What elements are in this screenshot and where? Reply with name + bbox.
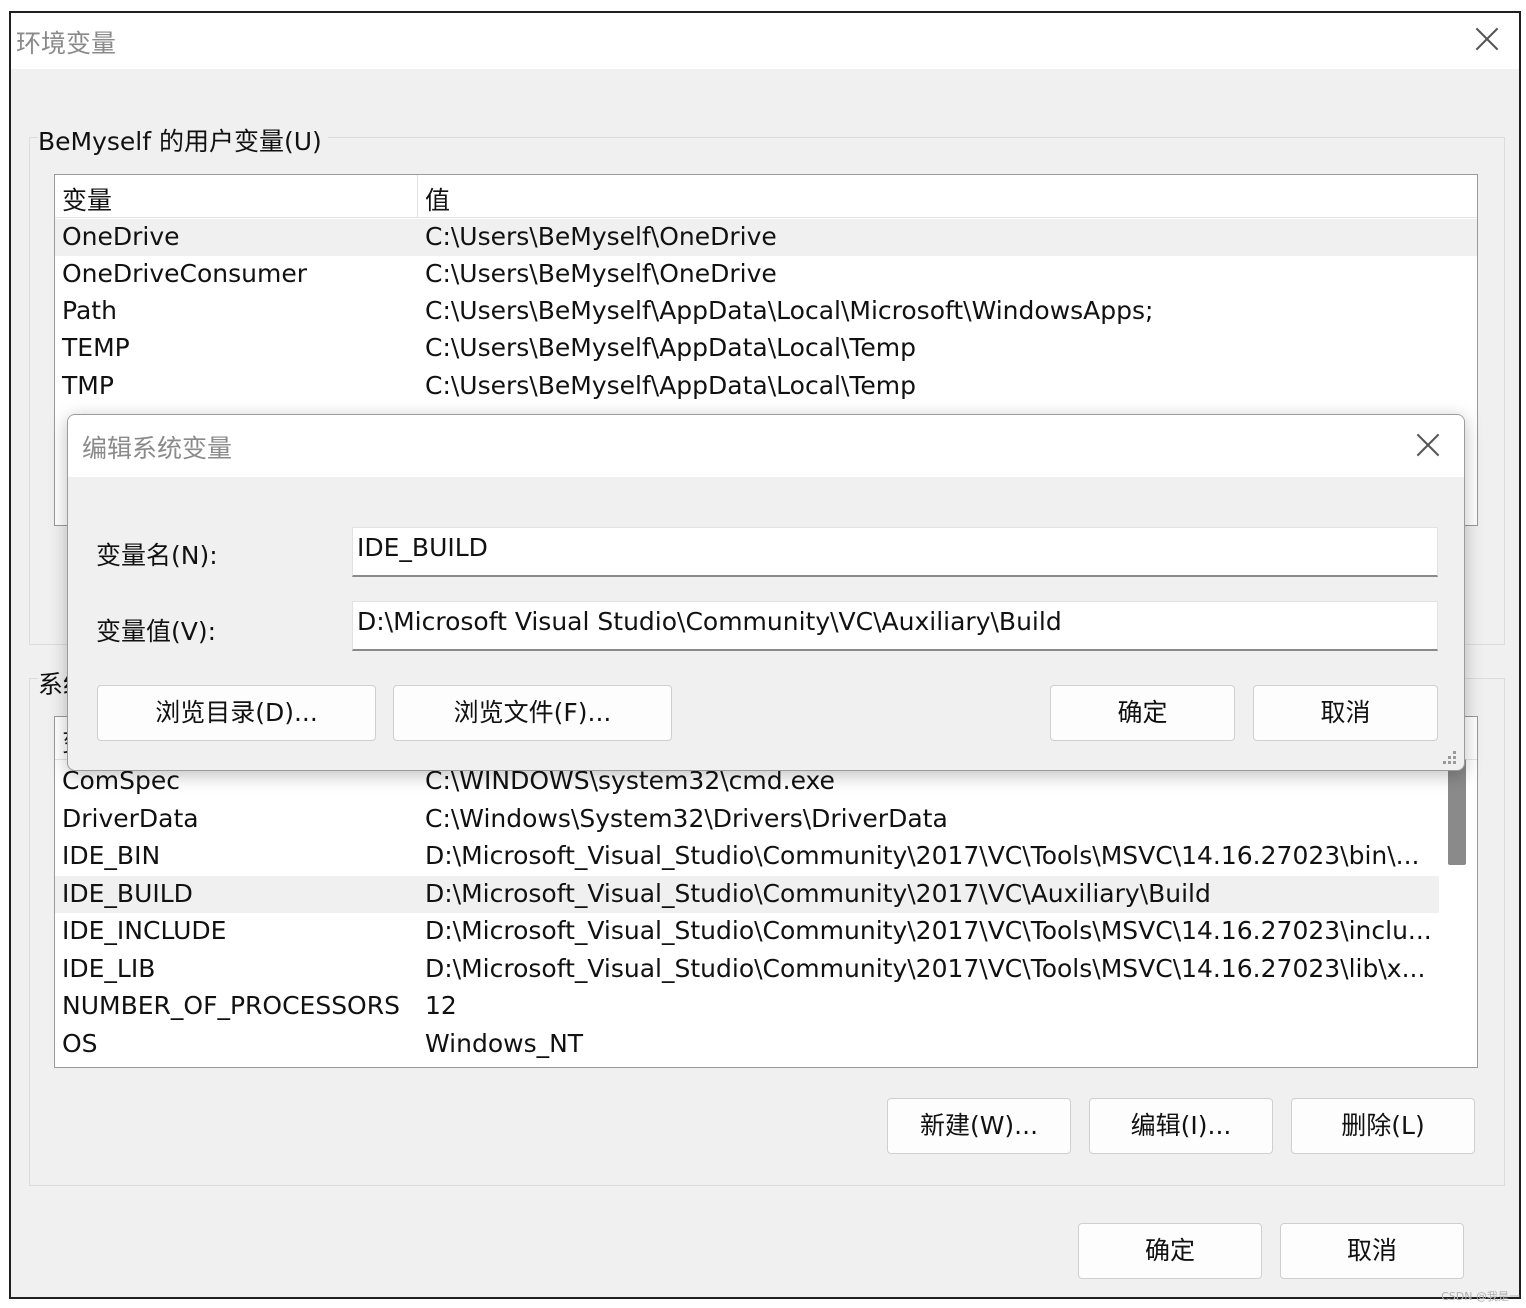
variable-value: D:\Microsoft_Visual_Studio\Community\201… <box>425 841 1420 870</box>
table-row[interactable]: Path C:\Users\BeMyself\AppData\Local\Mic… <box>55 293 1477 330</box>
list-header: 变量 值 <box>55 175 1477 218</box>
column-header-value[interactable]: 值 <box>425 181 450 217</box>
variable-value: 12 <box>425 991 457 1020</box>
variable-value: C:\Users\BeMyself\AppData\Local\Temp <box>425 371 917 400</box>
variable-name: IDE_LIB <box>62 954 156 983</box>
variable-value: C:\Windows\System32\Drivers\DriverData <box>425 804 948 833</box>
dialog-cancel-button[interactable]: 取消 <box>1253 685 1438 741</box>
window-title: 环境变量 <box>16 29 117 58</box>
table-row[interactable]: TMP C:\Users\BeMyself\AppData\Local\Temp <box>55 368 1477 405</box>
variable-name-label: 变量名(N): <box>96 541 218 570</box>
column-divider[interactable] <box>417 175 418 217</box>
variable-name: Path <box>62 296 117 325</box>
variable-value: C:\Users\BeMyself\AppData\Local\Temp <box>425 333 917 362</box>
table-row[interactable]: OneDriveConsumer C:\Users\BeMyself\OneDr… <box>55 256 1477 293</box>
variable-name: DriverData <box>62 804 199 833</box>
variable-name: OneDrive <box>62 222 180 251</box>
table-row[interactable]: OneDrive C:\Users\BeMyself\OneDrive <box>55 219 1477 256</box>
variable-name: OS <box>62 1029 98 1058</box>
dialog-titlebar: 编辑系统变量 <box>68 415 1464 477</box>
browse-directory-button[interactable]: 浏览目录(D)... <box>97 685 376 741</box>
ok-button[interactable]: 确定 <box>1078 1223 1262 1279</box>
variable-name: TMP <box>62 371 114 400</box>
variable-name: TEMP <box>62 333 130 362</box>
variable-value: Windows_NT <box>425 1029 584 1058</box>
column-header-variable[interactable]: 变量 <box>62 181 112 217</box>
variable-name: IDE_BIN <box>62 841 161 870</box>
table-row[interactable]: OS Windows_NT <box>55 1026 1477 1063</box>
close-icon[interactable] <box>1406 423 1450 467</box>
variable-value: C:\Users\BeMyself\AppData\Local\Microsof… <box>425 296 1154 325</box>
variable-name-field[interactable]: IDE_BUILD <box>352 527 1438 577</box>
variable-value: D:\Microsoft_Visual_Studio\Community\201… <box>425 879 1211 908</box>
resize-grip-icon[interactable] <box>1440 748 1456 764</box>
variable-name: OneDriveConsumer <box>62 259 308 288</box>
variable-value: C:\Users\BeMyself\OneDrive <box>425 222 777 251</box>
variable-value: D:\Microsoft_Visual_Studio\Community\201… <box>425 916 1432 945</box>
dialog-ok-button[interactable]: 确定 <box>1050 685 1235 741</box>
variable-name: IDE_BUILD <box>62 879 193 908</box>
scrollbar-thumb[interactable] <box>1448 759 1466 865</box>
variable-name: IDE_INCLUDE <box>62 916 227 945</box>
variable-value: C:\Users\BeMyself\OneDrive <box>425 259 777 288</box>
variable-value: D:\Microsoft_Visual_Studio\Community\201… <box>425 954 1426 983</box>
table-row[interactable]: DriverData C:\Windows\System32\Drivers\D… <box>55 801 1477 838</box>
table-row[interactable]: IDE_BIN D:\Microsoft_Visual_Studio\Commu… <box>55 838 1477 875</box>
browse-file-button[interactable]: 浏览文件(F)... <box>393 685 672 741</box>
table-row[interactable]: NUMBER_OF_PROCESSORS 12 <box>55 988 1477 1025</box>
table-row-selected[interactable]: IDE_BUILD D:\Microsoft_Visual_Studio\Com… <box>55 876 1439 913</box>
window-titlebar: 环境变量 <box>11 13 1519 69</box>
variable-value-label: 变量值(V): <box>96 617 217 646</box>
delete-button[interactable]: 删除(L) <box>1291 1098 1475 1154</box>
edit-system-variable-dialog: 编辑系统变量 变量名(N): IDE_BUILD 变量值(V): D:\Micr… <box>67 414 1465 771</box>
close-icon[interactable] <box>1465 17 1509 61</box>
variable-name: NUMBER_OF_PROCESSORS <box>62 991 400 1020</box>
cancel-button[interactable]: 取消 <box>1280 1223 1464 1279</box>
variable-value-field[interactable]: D:\Microsoft Visual Studio\Community\VC\… <box>352 601 1438 651</box>
new-button[interactable]: 新建(W)... <box>887 1098 1071 1154</box>
table-row[interactable]: TEMP C:\Users\BeMyself\AppData\Local\Tem… <box>55 330 1477 367</box>
dialog-title: 编辑系统变量 <box>82 434 233 463</box>
user-variables-label: BeMyself 的用户变量(U) <box>38 122 328 158</box>
table-row[interactable]: IDE_LIB D:\Microsoft_Visual_Studio\Commu… <box>55 951 1477 988</box>
edit-button[interactable]: 编辑(I)... <box>1089 1098 1273 1154</box>
table-row[interactable]: IDE_INCLUDE D:\Microsoft_Visual_Studio\C… <box>55 913 1477 950</box>
watermark: CSDN @我是一 <box>1441 1290 1520 1303</box>
